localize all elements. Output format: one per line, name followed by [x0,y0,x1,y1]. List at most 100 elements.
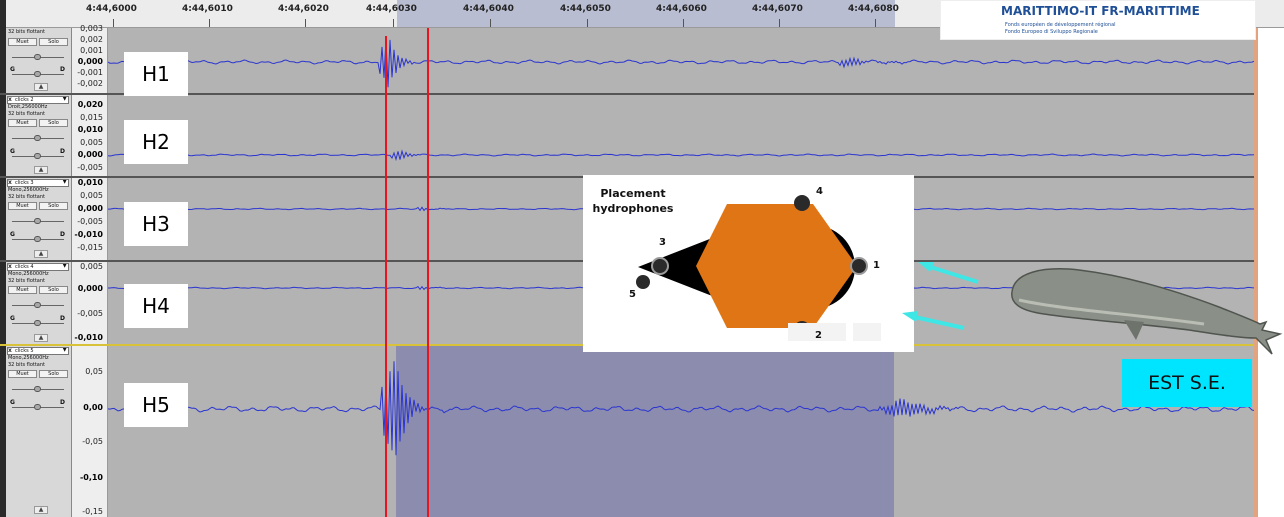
mute-button[interactable]: Muet [8,119,37,127]
solo-button[interactable]: Solo [39,286,68,294]
scale-label: 0,000 [77,57,103,66]
track-format: 32 bits flottant [8,362,45,368]
marker-line-left[interactable] [385,36,387,517]
scale-label: -0,005 [77,309,103,318]
track-menu-dropdown-icon[interactable]: ▼ [62,348,67,353]
hydrophone-label-h2: H2 [124,120,188,164]
solo-button[interactable]: Solo [39,370,68,378]
arrow-line [923,263,979,284]
ruler-tick [587,19,588,27]
track-menu-dropdown-icon[interactable]: ▼ [62,264,67,269]
track-name: clicks 3 [15,180,34,186]
volume-slider-thumb[interactable] [34,135,41,141]
ruler-label: 4:44,6030 [366,4,417,14]
scale-label: 0,000 [77,150,103,159]
solo-button[interactable]: Solo [39,119,68,127]
ruler-label: 4:44,6010 [182,4,233,14]
program-logo: MARITTIMO-IT FR-MARITTIME Fonds européen… [940,0,1256,40]
waveform [108,361,1254,456]
track-control-panel: x clicks 2 ▼ Droit,256000Hz 32 bits flot… [6,95,72,176]
track-name: clicks 4 [15,264,34,270]
volume-slider-thumb[interactable] [34,54,41,60]
track-name-menu[interactable]: x clicks 4 ▼ [7,263,69,271]
pan-slider-thumb[interactable] [34,320,41,326]
gain-left-label: G [10,231,15,238]
hydrophone-5-icon [636,275,650,289]
gain-right-label: D [60,399,65,406]
pan-slider-thumb[interactable] [34,404,41,410]
hydrophone-placement-diagram: Placement hydrophones 1 2 3 4 5 [583,175,914,352]
hydrophone-label-h4: H4 [124,284,188,328]
mute-button[interactable]: Muet [8,370,37,378]
pan-slider-thumb[interactable] [34,71,41,77]
ruler-tick [875,19,876,27]
ruler-label: 4:44,6060 [656,4,707,14]
scale-label: 0,005 [80,262,103,271]
track-rate: Mono,256000Hz [8,271,49,277]
marker-line-right[interactable] [427,28,429,517]
ruler-tick [209,19,210,27]
ruler-label: 4:44,6070 [752,4,803,14]
track-name-menu[interactable]: x clicks 2 ▼ [7,96,69,104]
solo-button[interactable]: Solo [39,38,68,46]
ruler-tick [393,19,394,27]
logo-line-2: Fondo Europeo di Sviluppo Regionale [1005,29,1098,35]
track-control-panel: x clicks 4 ▼ Mono,256000Hz 32 bits flott… [6,262,72,344]
volume-slider-thumb[interactable] [34,302,41,308]
scale-label: 0,020 [77,100,103,109]
gain-right-label: D [60,148,65,155]
close-track-icon[interactable]: x [8,97,12,103]
hydrophone-number-3: 3 [659,237,666,248]
vertical-ruler: 0,020 0,015 0,010 0,005 0,000 -0,005 [72,95,108,176]
whale-body [1011,268,1283,355]
track-control-panel: 32 bits flottant Muet Solo G D ▲ [6,28,72,93]
scale-label: 0,015 [80,113,103,122]
close-track-icon[interactable]: x [8,180,12,186]
pan-slider-thumb[interactable] [34,153,41,159]
scale-label: 0,002 [80,35,103,44]
gain-left-label: G [10,66,15,73]
track-menu-dropdown-icon[interactable]: ▼ [62,97,67,102]
scale-label: -0,005 [77,217,103,226]
waveform-area[interactable] [108,346,1254,517]
volume-slider-thumb[interactable] [34,218,41,224]
ruler-tick [683,19,684,27]
volume-slider-thumb[interactable] [34,386,41,392]
scale-label: 0,010 [77,178,103,187]
gain-left-label: G [10,315,15,322]
sound-arrows [902,262,979,330]
waveform-svg [108,361,1254,456]
scale-label: -0,015 [77,243,103,252]
gain-right-label: D [60,315,65,322]
waveform-area[interactable] [108,95,1254,176]
pan-slider-thumb[interactable] [34,236,41,242]
track-name-menu[interactable]: x clicks 3 ▼ [7,179,69,187]
track-control-panel: x clicks 5 ▼ Mono,256000Hz 32 bits flott… [6,346,72,517]
track-name-menu[interactable]: x clicks 5 ▼ [7,347,69,355]
track-rate: Mono,256000Hz [8,355,49,361]
mute-button[interactable]: Muet [8,286,37,294]
diagram-faint-box [853,323,881,341]
collapse-track-button[interactable]: ▲ [34,250,48,258]
scale-label: 0,05 [85,367,103,376]
track-format: 32 bits flottant [8,278,45,284]
ruler-left-strip [0,0,6,28]
collapse-track-button[interactable]: ▲ [34,83,48,91]
close-track-icon[interactable]: x [8,348,12,354]
scale-label: -0,010 [74,333,103,342]
track-menu-dropdown-icon[interactable]: ▼ [62,180,67,185]
collapse-track-button[interactable]: ▲ [34,334,48,342]
collapse-track-button[interactable]: ▲ [34,506,48,514]
solo-button[interactable]: Solo [39,202,68,210]
scale-label: -0,010 [74,230,103,239]
mute-button[interactable]: Muet [8,38,37,46]
ruler-tick [490,19,491,27]
track-5: x clicks 5 ▼ Mono,256000Hz 32 bits flott… [0,346,1284,517]
hydrophone-number-1: 1 [873,260,880,271]
ruler-tick [305,19,306,27]
close-track-icon[interactable]: x [8,264,12,270]
collapse-track-button[interactable]: ▲ [34,166,48,174]
vertical-ruler: 0,05 0,00 -0,05 -0,10 -0,15 [72,346,108,517]
vertical-ruler: 0,010 0,005 0,000 -0,005 -0,010 -0,015 [72,178,108,260]
mute-button[interactable]: Muet [8,202,37,210]
